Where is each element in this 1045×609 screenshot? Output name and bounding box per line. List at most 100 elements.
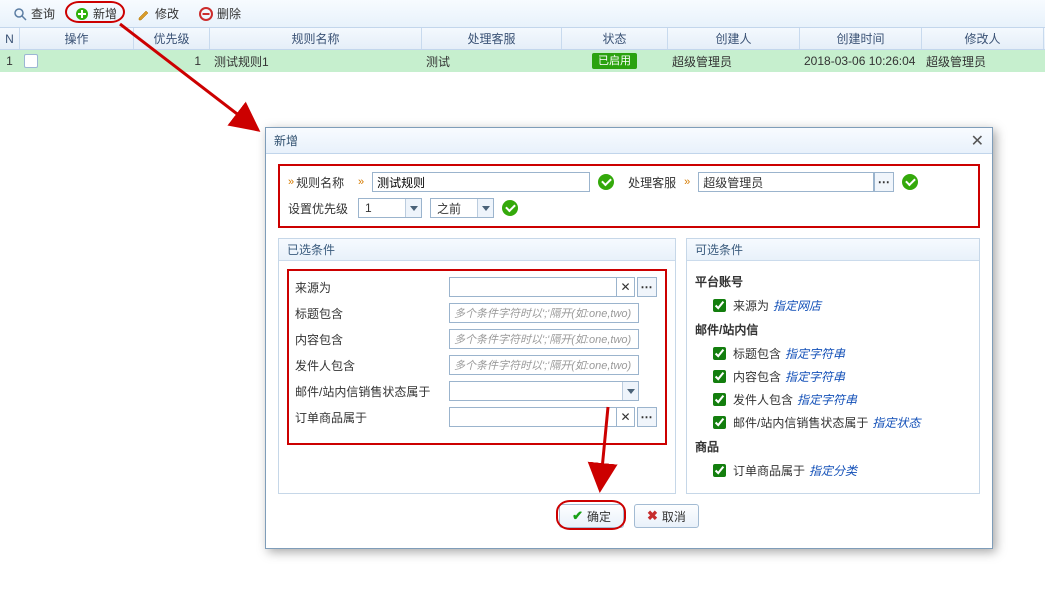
delete-button[interactable]: 删除 — [190, 3, 250, 25]
chk-source-label: 来源为 — [733, 297, 769, 314]
link-string[interactable]: 指定字符串 — [797, 391, 857, 408]
grid-header: N 操作 优先级 规则名称 处理客服 状态 创建人 创建时间 修改人 — [0, 28, 1045, 50]
query-button[interactable]: 查询 — [4, 3, 64, 25]
cancel-button[interactable]: ✖ 取消 — [634, 504, 699, 528]
cell-createdtime: 2018-03-06 10:26:04 — [800, 54, 922, 68]
available-panel-title: 可选条件 — [687, 239, 979, 261]
close-icon: ✖ — [647, 508, 658, 524]
required-mark-icon: » — [684, 176, 690, 188]
cond-source-label: 来源为 — [295, 279, 443, 296]
check-ok-icon — [598, 174, 614, 190]
chk-title-label: 标题包含 — [733, 345, 781, 362]
check-icon: ✔ — [572, 508, 583, 524]
available-conditions-panel: 可选条件 平台账号 来源为 指定网店 邮件/站内信 标题包含 指定字符串 — [686, 238, 980, 494]
chk-ordergoods[interactable] — [713, 464, 726, 477]
edit-button[interactable]: 修改 — [128, 3, 188, 25]
delete-label: 删除 — [217, 5, 241, 22]
required-mark-icon: » — [358, 176, 364, 188]
check-ok-icon — [902, 174, 918, 190]
link-state[interactable]: 指定状态 — [872, 414, 920, 431]
ok-button[interactable]: ✔ 确定 — [559, 504, 624, 528]
chk-mailstate[interactable] — [713, 416, 726, 429]
orderitem-field[interactable] — [449, 407, 617, 427]
add-button[interactable]: 新增 — [66, 3, 126, 25]
cell-service: 测试 — [422, 53, 562, 70]
chk-mailstate-label: 邮件/站内信销售状态属于 — [733, 414, 868, 431]
cat-mail: 邮件/站内信 — [695, 321, 971, 338]
col-service[interactable]: 处理客服 — [422, 28, 562, 49]
link-string[interactable]: 指定字符串 — [785, 368, 845, 385]
col-op[interactable]: 操作 — [20, 28, 134, 49]
cell-createdby: 超级管理员 — [668, 53, 800, 70]
search-icon — [13, 7, 27, 21]
mailstate-combo[interactable] — [449, 381, 639, 401]
source-field[interactable] — [449, 277, 617, 297]
cell-modifiedby: 超级管理员 — [922, 53, 1044, 70]
cond-sender-label: 发件人包含 — [295, 357, 443, 374]
chevron-down-icon[interactable] — [477, 199, 493, 217]
link-category[interactable]: 指定分类 — [809, 462, 857, 479]
orderitem-picker-button[interactable]: ⋯ — [637, 407, 657, 427]
rule-name-input[interactable] — [372, 172, 590, 192]
rules-grid: N 操作 优先级 规则名称 处理客服 状态 创建人 创建时间 修改人 1 1 测… — [0, 28, 1045, 72]
source-picker-button[interactable]: ⋯ — [637, 277, 657, 297]
chk-content-label: 内容包含 — [733, 368, 781, 385]
link-string[interactable]: 指定字符串 — [785, 345, 845, 362]
chevron-down-icon[interactable] — [622, 382, 638, 400]
col-priority[interactable]: 优先级 — [134, 28, 210, 49]
cond-content-label: 内容包含 — [295, 331, 443, 348]
row-icon[interactable] — [24, 54, 38, 68]
query-label: 查询 — [31, 5, 55, 22]
clear-icon[interactable]: ✕ — [617, 407, 635, 427]
dialog-title-text: 新增 — [274, 132, 298, 149]
chk-content[interactable] — [713, 370, 726, 383]
clear-icon[interactable]: ✕ — [617, 277, 635, 297]
form-section: »规则名称 » 处理客服 » 超级管理员 ⋯ 设置优先级 1 — [278, 164, 980, 228]
link-store[interactable]: 指定网店 — [773, 297, 821, 314]
status-badge: 已启用 — [592, 53, 637, 69]
cond-mailstate-label: 邮件/站内信销售状态属于 — [295, 383, 443, 400]
cat-goods: 商品 — [695, 438, 971, 455]
content-contains-input[interactable]: 多个条件字符时以';'隔开(如:one,two) — [449, 329, 639, 349]
cell-state: 已启用 — [562, 53, 668, 69]
pencil-icon — [137, 7, 151, 21]
sender-contains-input[interactable]: 多个条件字符时以';'隔开(如:one,two) — [449, 355, 639, 375]
close-icon[interactable]: ✕ — [971, 131, 984, 151]
col-state[interactable]: 状态 — [562, 28, 668, 49]
service-picker-button[interactable]: ⋯ — [874, 172, 894, 192]
cond-title-label: 标题包含 — [295, 305, 443, 322]
edit-label: 修改 — [155, 5, 179, 22]
top-toolbar: 查询 新增 修改 删除 — [0, 0, 1045, 28]
chk-ordergoods-label: 订单商品属于 — [733, 462, 805, 479]
col-createdby[interactable]: 创建人 — [668, 28, 800, 49]
chk-sender-label: 发件人包含 — [733, 391, 793, 408]
service-input[interactable]: 超级管理员 — [698, 172, 874, 192]
col-name[interactable]: 规则名称 — [210, 28, 422, 49]
chk-source[interactable] — [713, 299, 726, 312]
selected-conditions-panel: 已选条件 来源为 ✕ ⋯ 标题包含 多个 — [278, 238, 676, 494]
priority-label: 设置优先级 — [288, 200, 350, 217]
cell-name: 测试规则1 — [210, 53, 422, 70]
title-contains-input[interactable]: 多个条件字符时以';'隔开(如:one,two) — [449, 303, 639, 323]
chk-sender[interactable] — [713, 393, 726, 406]
ok-label: 确定 — [587, 508, 611, 525]
col-n[interactable]: N — [0, 28, 20, 49]
add-dialog: 新增 ✕ »规则名称 » 处理客服 » 超级管理员 ⋯ 设置优先级 1 — [265, 127, 993, 549]
dialog-titlebar[interactable]: 新增 ✕ — [266, 128, 992, 154]
col-modifiedby[interactable]: 修改人 — [922, 28, 1044, 49]
priority-combo[interactable]: 1 — [358, 198, 422, 218]
cell-n: 1 — [0, 54, 20, 68]
required-mark-icon: » — [288, 176, 294, 188]
cat-platform: 平台账号 — [695, 273, 971, 290]
add-label: 新增 — [93, 5, 117, 22]
cancel-label: 取消 — [662, 508, 686, 525]
chevron-down-icon[interactable] — [405, 199, 421, 217]
cond-orderitem-label: 订单商品属于 — [295, 409, 443, 426]
plus-icon — [75, 7, 89, 21]
chk-title[interactable] — [713, 347, 726, 360]
cell-op — [20, 54, 134, 68]
selected-panel-title: 已选条件 — [279, 239, 675, 261]
col-createdtime[interactable]: 创建时间 — [800, 28, 922, 49]
position-combo[interactable]: 之前 — [430, 198, 494, 218]
table-row[interactable]: 1 1 测试规则1 测试 已启用 超级管理员 2018-03-06 10:26:… — [0, 50, 1045, 72]
